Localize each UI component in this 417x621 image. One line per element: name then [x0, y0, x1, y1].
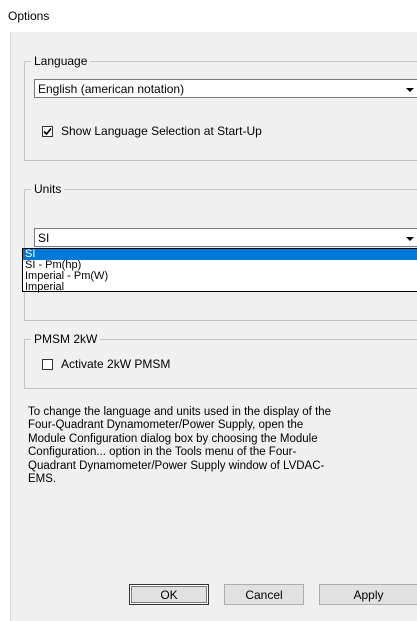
units-dropdown-list[interactable]: SI SI - Pm(hp) Imperial - Pm(W) Imperial	[22, 248, 417, 293]
cancel-button[interactable]: Cancel	[224, 584, 304, 605]
pmsm-group-label: PMSM 2kW	[31, 332, 101, 347]
units-option[interactable]: Imperial - Pm(W)	[23, 271, 417, 282]
activate-pmsm-row[interactable]: Activate 2kW PMSM	[42, 357, 170, 371]
info-line: Module Configuration dialog box by choos…	[28, 432, 318, 445]
units-select[interactable]: SI	[34, 228, 417, 247]
checkmark-icon	[43, 127, 52, 135]
units-option[interactable]: Imperial	[23, 282, 417, 293]
show-language-startup-row[interactable]: Show Language Selection at Start-Up	[42, 124, 262, 138]
units-group-label: Units	[31, 182, 65, 197]
units-select-value: SI	[38, 231, 50, 245]
activate-pmsm-label: Activate 2kW PMSM	[61, 357, 171, 371]
info-line: Four-Quadrant Dynamometer/Power Supply, …	[28, 419, 304, 432]
info-line: Configuration... option in the Tools men…	[28, 446, 297, 459]
apply-button[interactable]: Apply	[319, 584, 417, 605]
language-group-label: Language	[31, 54, 91, 69]
show-language-startup-checkbox[interactable]	[42, 125, 53, 137]
info-line: EMS.	[28, 473, 57, 486]
title-bar: Options	[0, 0, 417, 32]
show-language-startup-label: Show Language Selection at Start-Up	[61, 124, 262, 138]
chevron-down-icon[interactable]	[403, 80, 417, 97]
info-text: To change the language and units used in…	[28, 406, 408, 486]
info-line: Quadrant Dynamometer/Power Supply window…	[28, 459, 325, 472]
language-select[interactable]: English (american notation)	[34, 79, 417, 98]
activate-pmsm-checkbox[interactable]	[42, 358, 53, 370]
chevron-down-icon[interactable]	[403, 229, 417, 246]
info-line: To change the language and units used in…	[28, 406, 332, 418]
window-title: Options	[8, 9, 50, 23]
language-select-value: English (american notation)	[38, 82, 185, 96]
ok-button[interactable]: OK	[129, 584, 209, 605]
language-group: Language	[24, 54, 417, 161]
units-option[interactable]: SI	[23, 249, 417, 260]
